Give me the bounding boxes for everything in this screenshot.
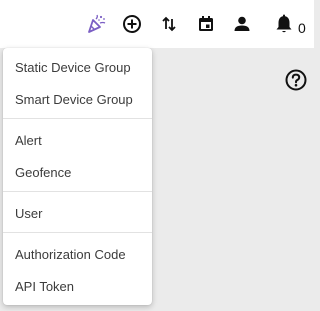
create-menu: Static Device Group Smart Device Group A… [3,48,152,305]
menu-divider [3,118,152,119]
menu-item-alert[interactable]: Alert [3,126,152,156]
menu-item-geofence[interactable]: Geofence [3,158,152,188]
notification-count: 0 [298,20,306,36]
user-icon[interactable] [229,11,255,37]
party-popper-icon[interactable] [83,11,109,37]
menu-item-api-token[interactable]: API Token [3,272,152,302]
swap-vertical-icon[interactable] [156,11,182,37]
add-circle-icon[interactable] [119,11,145,37]
menu-item-authorization-code[interactable]: Authorization Code [3,240,152,270]
menu-item-smart-device-group[interactable]: Smart Device Group [3,85,152,115]
menu-divider [3,191,152,192]
menu-divider [3,232,152,233]
top-toolbar: 0 [0,0,314,48]
help-circle-icon[interactable] [284,68,308,92]
menu-item-user[interactable]: User [3,199,152,229]
menu-item-static-device-group[interactable]: Static Device Group [3,53,152,83]
bell-icon[interactable] [271,11,297,37]
calendar-icon[interactable] [193,11,219,37]
